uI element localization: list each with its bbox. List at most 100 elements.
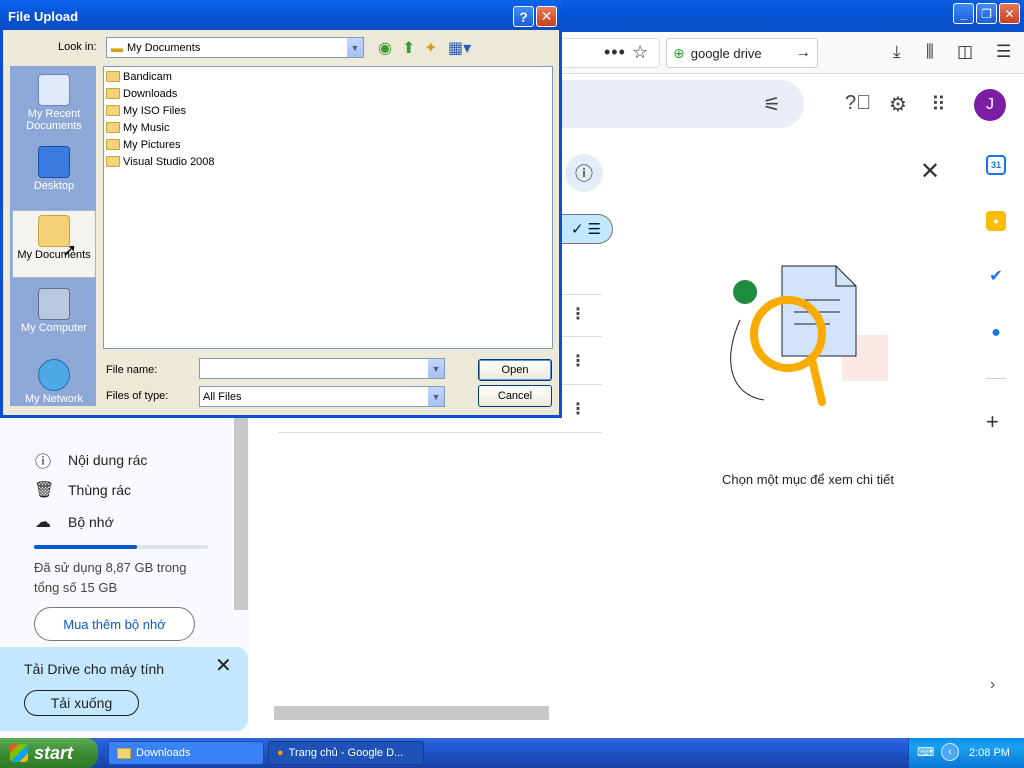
buy-storage-button[interactable]: Mua thêm bộ nhớ — [34, 607, 195, 641]
files-of-type-label: Files of type: — [106, 390, 169, 402]
look-in-dropdown[interactable]: ▬ My Documents ▼ — [106, 37, 364, 58]
calendar-icon[interactable]: 31 — [986, 155, 1006, 175]
row-more-icon[interactable]: ⋮ — [570, 399, 586, 419]
contacts-icon[interactable]: ● — [986, 323, 1006, 343]
place-my-network[interactable]: My Network — [12, 355, 96, 405]
chevron-right-icon[interactable]: › — [990, 676, 995, 694]
sidebar-item-spam[interactable]: ⓘ Nội dung rác — [34, 448, 147, 472]
place-my-computer[interactable]: My Computer — [12, 284, 96, 334]
keyboard-icon[interactable]: ⌨ — [917, 745, 934, 759]
place-my-documents[interactable]: My Documents — [12, 210, 96, 278]
trash-icon: 🗑 — [34, 482, 55, 499]
list-item[interactable]: My Pictures — [106, 137, 180, 152]
file-name: Bandicam — [123, 70, 172, 83]
place-label: My Documents — [17, 249, 91, 261]
download-icon[interactable]: ⤓ — [893, 42, 901, 62]
go-arrow-icon[interactable]: → — [795, 44, 811, 62]
side-divider — [986, 378, 1006, 379]
close-icon[interactable]: ✕ — [920, 157, 940, 186]
account-avatar[interactable]: J — [974, 89, 1006, 121]
star-icon[interactable]: ☆ — [632, 42, 648, 63]
list-item[interactable]: Downloads — [106, 86, 177, 101]
close-dialog-button[interactable]: ✕ — [536, 6, 557, 27]
view-toggle[interactable]: ✓ ☰ — [560, 214, 613, 244]
tasks-icon[interactable]: ✔ — [986, 266, 1006, 286]
sidebar-scrollbar[interactable] — [234, 418, 248, 610]
taskbar-item-firefox[interactable]: ● Trang chủ - Google D... — [268, 741, 424, 765]
folder-icon — [106, 122, 120, 133]
browser-search-box[interactable]: ⊕ google drive → — [666, 38, 818, 68]
place-recent-documents[interactable]: My Recent Documents — [12, 70, 96, 132]
taskbar-item-downloads[interactable]: Downloads — [108, 741, 264, 765]
close-icon[interactable]: ✕ — [215, 653, 232, 678]
firefox-icon: ● — [277, 747, 284, 759]
place-desktop[interactable]: Desktop — [12, 142, 96, 192]
view-menu-icon[interactable]: ▦▾ — [448, 38, 471, 58]
back-icon[interactable]: ◉ — [378, 38, 392, 58]
download-button[interactable]: Tải xuống — [24, 690, 139, 716]
up-folder-icon[interactable]: ⬆ — [402, 38, 415, 58]
search-options-icon[interactable]: ⚟ — [763, 92, 781, 117]
row-more-icon[interactable]: ⋮ — [570, 304, 586, 324]
check-icon: ✓ — [570, 221, 584, 238]
browser-search-text: google drive — [690, 45, 762, 61]
library-icon[interactable]: ⫼ — [926, 42, 934, 62]
look-in-value: My Documents — [127, 41, 201, 54]
place-label: My Recent Documents — [26, 108, 82, 132]
promo-title: Tải Drive cho máy tính — [24, 661, 165, 677]
files-of-type-dropdown[interactable]: All Files ▼ — [199, 386, 445, 407]
search-icon: ⊕ — [673, 44, 685, 61]
restore-button[interactable]: ❐ — [976, 3, 997, 24]
place-label: Desktop — [33, 180, 75, 192]
start-button[interactable]: start — [0, 738, 98, 768]
place-label: My Network — [24, 393, 84, 405]
sidebar-item-trash[interactable]: 🗑 Thùng rác — [34, 480, 131, 500]
network-globe-icon — [38, 359, 70, 391]
list-item[interactable]: My Music — [106, 120, 169, 135]
more-dots-icon[interactable]: ••• — [604, 42, 626, 63]
storage-usage-fill — [34, 545, 137, 549]
taskbar-item-label: Trang chủ - Google D... — [288, 747, 404, 759]
storage-usage-bar — [34, 545, 208, 549]
cancel-button[interactable]: Cancel — [478, 385, 552, 407]
add-app-icon[interactable]: + — [986, 409, 999, 435]
minimize-button[interactable]: _ — [953, 3, 974, 24]
place-label: My Computer — [20, 322, 88, 334]
windows-logo-icon — [10, 744, 28, 762]
horizontal-scrollbar[interactable] — [274, 706, 549, 720]
list-item[interactable]: My ISO Files — [106, 103, 186, 118]
sidebar-icon[interactable]: ◫ — [957, 42, 973, 62]
sidebar-item-label: Thùng rác — [68, 482, 132, 498]
clock: 2:08 PM — [969, 747, 1010, 759]
chevron-down-icon[interactable]: ▼ — [427, 359, 444, 378]
apps-grid-icon[interactable]: ⠿ — [931, 92, 946, 117]
new-folder-icon[interactable]: ✦ — [424, 38, 437, 58]
sidebar-item-label: Bộ nhớ — [68, 514, 114, 530]
info-icon[interactable]: ⓘ — [565, 154, 603, 192]
list-item[interactable]: Bandicam — [106, 69, 172, 84]
row-more-icon[interactable]: ⋮ — [570, 351, 586, 371]
recent-documents-icon — [38, 74, 70, 106]
folder-icon — [117, 747, 131, 759]
menu-icon[interactable]: ☰ — [996, 42, 1011, 62]
list-item[interactable]: Visual Studio 2008 — [106, 154, 215, 169]
details-panel — [648, 136, 968, 722]
list-icon: ☰ — [587, 221, 602, 238]
chevron-down-icon[interactable]: ▼ — [346, 38, 363, 57]
close-window-button[interactable]: ✕ — [999, 3, 1020, 24]
folder-icon — [106, 139, 120, 150]
keep-icon[interactable]: ● — [986, 211, 1006, 231]
folder-icon — [106, 71, 120, 82]
spam-icon: ⓘ — [34, 454, 51, 471]
sidebar-item-storage[interactable]: ☁ Bộ nhớ — [34, 512, 114, 532]
folder-icon — [106, 105, 120, 116]
folder-icon — [106, 88, 120, 99]
open-button[interactable]: Open — [478, 359, 552, 381]
help-button[interactable]: ? — [513, 6, 534, 27]
chevron-down-icon[interactable]: ▼ — [427, 387, 444, 406]
show-hidden-icons-icon[interactable]: ‹ — [941, 743, 959, 761]
settings-gear-icon[interactable]: ⚙ — [889, 92, 907, 117]
file-name-field[interactable]: ▼ — [199, 358, 445, 379]
help-icon[interactable]: ?⃝ — [845, 92, 871, 115]
computer-icon — [38, 288, 70, 320]
